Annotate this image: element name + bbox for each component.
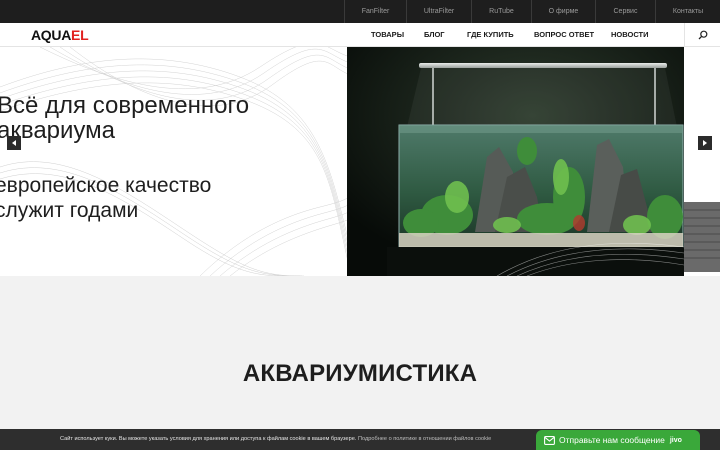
page: FanFilter UltraFilter RuTube О фирме Сер… (0, 0, 720, 450)
section-title: АКВАРИУМИСТИКА (242, 360, 478, 387)
nav-item-products[interactable]: ТОВАРЫ (371, 23, 404, 47)
slider-prev-button[interactable] (7, 136, 21, 150)
utility-link-service[interactable]: Сервис (595, 0, 655, 23)
cookie-notice: Сайт использует куки. Вы можете указать … (60, 429, 491, 450)
cookie-policy-link[interactable]: Подробнее о политике в отношении файлов … (358, 436, 491, 442)
main-header: AQUAEL ТОВАРЫ БЛОГ ГДЕ КУПИТЬ ВОПРОС ОТВ… (0, 23, 720, 47)
logo-text-el: EL (71, 27, 89, 43)
hero-subtitle-line1: европейское качество (0, 174, 212, 197)
hero-subtitle: европейское качество служит годами (0, 173, 211, 223)
envelope-icon (544, 435, 555, 445)
arrow-left-icon (12, 140, 16, 146)
chat-brand: jivo (669, 436, 682, 444)
hero-subtitle-line2: служит годами (0, 199, 139, 222)
nav-item-faq[interactable]: ВОПРОС ОТВЕТ (534, 23, 594, 47)
slider-next-button[interactable] (698, 136, 712, 150)
utility-link-rutube[interactable]: RuTube (471, 0, 531, 23)
filter-product-image (684, 202, 720, 272)
nav-item-blog[interactable]: БЛОГ (424, 23, 445, 47)
utility-link-about[interactable]: О фирме (531, 0, 595, 23)
logo-text-aqua: AQUA (31, 27, 72, 43)
utility-link-fanfilter[interactable]: FanFilter (344, 0, 406, 23)
utility-links: FanFilter UltraFilter RuTube О фирме Сер… (344, 0, 720, 23)
search-icon (698, 30, 707, 40)
hero-aquarium-image (347, 47, 684, 276)
utility-link-contacts[interactable]: Контакты (655, 0, 720, 23)
chat-widget-button[interactable]: Отправьте нам сообщение jivo (536, 430, 700, 450)
logo[interactable]: AQUAEL (31, 27, 89, 43)
utility-link-ultrafilter[interactable]: UltraFilter (406, 0, 471, 23)
next-slide-peek (684, 47, 720, 276)
nav-item-where-to-buy[interactable]: ГДЕ КУПИТЬ (467, 23, 514, 47)
hero-title-line1: Всё для современного (0, 92, 250, 119)
arrow-right-icon (703, 140, 707, 146)
chat-label: Отправьте нам сообщение (559, 435, 665, 445)
top-utility-bar: FanFilter UltraFilter RuTube О фирме Сер… (0, 0, 720, 23)
hero-title: Всё для современного аквариума (0, 93, 249, 143)
hero-title-line2: аквариума (0, 117, 116, 144)
hero-slider: Всё для современного аквариума европейск… (0, 47, 720, 276)
search-button[interactable] (684, 23, 720, 47)
cookie-text: Сайт использует куки. Вы можете указать … (60, 436, 357, 442)
aquarium-illustration (347, 47, 684, 276)
nav-item-news[interactable]: НОВОСТИ (611, 23, 649, 47)
